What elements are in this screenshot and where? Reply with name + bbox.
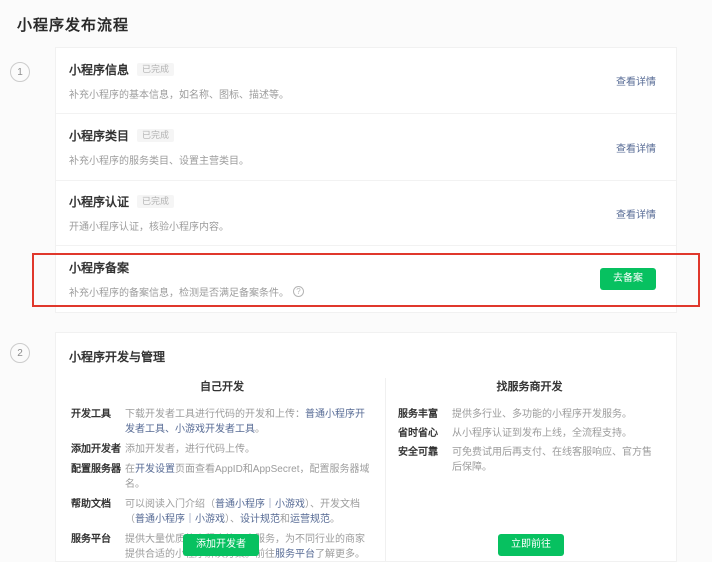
row-label: 省时省心 bbox=[398, 426, 452, 441]
self-develop-action-zone: 添加开发者 bbox=[56, 534, 386, 556]
view-details-link[interactable]: 查看详情 bbox=[616, 140, 656, 155]
view-details-link[interactable]: 查看详情 bbox=[616, 73, 656, 88]
row-label: 开发工具 bbox=[71, 407, 125, 437]
card-title: 小程序信息 bbox=[69, 61, 129, 78]
operation-spec-link[interactable]: 运营规范 bbox=[290, 514, 330, 525]
step-2-circle: 2 bbox=[10, 343, 30, 363]
development-panel: 小程序开发与管理 自己开发 开发工具 下载开发者工具进行代码的开发和上传：普通小… bbox=[55, 332, 677, 562]
row-text: 在开发设置页面查看AppID和AppSecret，配置服务器域名。 bbox=[125, 462, 373, 492]
row-rich-services: 服务丰富 提供多行业、多功能的小程序开发服务。 bbox=[398, 407, 661, 422]
card-title: 小程序类目 bbox=[69, 127, 129, 144]
view-details-link[interactable]: 查看详情 bbox=[616, 206, 656, 221]
status-badge: 已完成 bbox=[137, 129, 174, 142]
add-developer-button[interactable]: 添加开发者 bbox=[183, 534, 259, 556]
section-title: 小程序开发与管理 bbox=[56, 333, 676, 365]
card-miniprogram-icp-filing: 小程序备案 补充小程序的备案信息，检测是否满足备案条件。 ? 去备案 bbox=[56, 246, 676, 312]
row-save-time: 省时省心 从小程序认证到发布上线，全流程支持。 bbox=[398, 426, 661, 441]
card-main: 小程序备案 补充小程序的备案信息，检测是否满足备案条件。 ? bbox=[69, 259, 304, 299]
text-segment: 和 bbox=[280, 514, 290, 525]
go-now-button[interactable]: 立即前往 bbox=[498, 534, 564, 556]
page-title: 小程序发布流程 bbox=[17, 14, 129, 35]
card-desc: 补充小程序的服务类目、设置主营类目。 bbox=[69, 152, 249, 167]
card-desc: 开通小程序认证，核验小程序内容。 bbox=[69, 218, 229, 233]
card-main: 小程序认证 已完成 开通小程序认证，核验小程序内容。 bbox=[69, 193, 229, 233]
step-1-number: 1 bbox=[17, 67, 23, 78]
info-icon[interactable]: ? bbox=[293, 286, 304, 297]
text-segment: 下载开发者工具进行代码的开发和上传： bbox=[125, 409, 305, 420]
row-label: 配置服务器 bbox=[71, 462, 125, 492]
intro-guide-link[interactable]: 普通小程序｜小游戏 bbox=[215, 499, 305, 510]
row-text: 下载开发者工具进行代码的开发和上传：普通小程序开发者工具、小游戏开发者工具。 bbox=[125, 407, 373, 437]
card-main: 小程序类目 已完成 补充小程序的服务类目、设置主营类目。 bbox=[69, 127, 249, 167]
row-label: 添加开发者 bbox=[71, 442, 125, 457]
card-miniprogram-info: 小程序信息 已完成 补充小程序的基本信息，如名称、图标、描述等。 查看详情 bbox=[56, 48, 676, 114]
row-dev-tools: 开发工具 下载开发者工具进行代码的开发和上传：普通小程序开发者工具、小游戏开发者… bbox=[71, 407, 373, 437]
card-miniprogram-category: 小程序类目 已完成 补充小程序的服务类目、设置主营类目。 查看详情 bbox=[56, 114, 676, 181]
row-text: 从小程序认证到发布上线，全流程支持。 bbox=[452, 426, 661, 441]
row-add-developer: 添加开发者 添加开发者，进行代码上传。 bbox=[71, 442, 373, 457]
card-desc: 补充小程序的基本信息，如名称、图标、描述等。 bbox=[69, 86, 289, 101]
dev-docs-link[interactable]: 普通小程序｜小游戏 bbox=[135, 514, 225, 525]
text-segment: 添加开发者，进行代码上传。 bbox=[125, 444, 255, 455]
text-segment: 。 bbox=[330, 514, 340, 525]
release-steps-panel: 小程序信息 已完成 补充小程序的基本信息，如名称、图标、描述等。 查看详情 小程… bbox=[55, 47, 677, 313]
card-desc-text: 补充小程序的备案信息，检测是否满足备案条件。 bbox=[69, 284, 289, 299]
text-segment: 。 bbox=[255, 424, 265, 435]
text-segment: 可以阅读入门介绍（ bbox=[125, 499, 215, 510]
row-text: 可以阅读入门介绍（普通小程序｜小游戏）、开发文档（普通小程序｜小游戏）、设计规范… bbox=[125, 497, 373, 527]
go-filing-button[interactable]: 去备案 bbox=[600, 268, 656, 290]
status-badge: 已完成 bbox=[137, 195, 174, 208]
step-2-number: 2 bbox=[17, 348, 23, 359]
dev-settings-link[interactable]: 开发设置 bbox=[135, 464, 175, 475]
row-label: 帮助文档 bbox=[71, 497, 125, 527]
design-spec-link[interactable]: 设计规范 bbox=[240, 514, 280, 525]
status-badge: 已完成 bbox=[137, 63, 174, 76]
card-title: 小程序认证 bbox=[69, 193, 129, 210]
row-text: 添加开发者，进行代码上传。 bbox=[125, 442, 373, 457]
card-main: 小程序信息 已完成 补充小程序的基本信息，如名称、图标、描述等。 bbox=[69, 61, 289, 101]
row-safe-reliable: 安全可靠 可免费试用后再支付、在线客服响应、官方售后保障。 bbox=[398, 445, 661, 475]
text-segment: ）、 bbox=[225, 514, 240, 525]
row-text: 可免费试用后再支付、在线客服响应、官方售后保障。 bbox=[452, 445, 661, 475]
card-title: 小程序备案 bbox=[69, 259, 129, 276]
self-develop-header: 自己开发 bbox=[71, 378, 373, 394]
row-configure-server: 配置服务器 在开发设置页面查看AppID和AppSecret，配置服务器域名。 bbox=[71, 462, 373, 492]
vendor-develop-header: 找服务商开发 bbox=[398, 378, 661, 394]
step-1-circle: 1 bbox=[10, 62, 30, 82]
card-desc: 补充小程序的备案信息，检测是否满足备案条件。 ? bbox=[69, 284, 304, 299]
row-label: 安全可靠 bbox=[398, 445, 452, 475]
row-label: 服务丰富 bbox=[398, 407, 452, 422]
card-miniprogram-verification: 小程序认证 已完成 开通小程序认证，核验小程序内容。 查看详情 bbox=[56, 181, 676, 246]
row-help-docs: 帮助文档 可以阅读入门介绍（普通小程序｜小游戏）、开发文档（普通小程序｜小游戏）… bbox=[71, 497, 373, 527]
text-segment: 在 bbox=[125, 464, 135, 475]
vendor-develop-action-zone: 立即前往 bbox=[386, 534, 676, 556]
row-text: 提供多行业、多功能的小程序开发服务。 bbox=[452, 407, 661, 422]
